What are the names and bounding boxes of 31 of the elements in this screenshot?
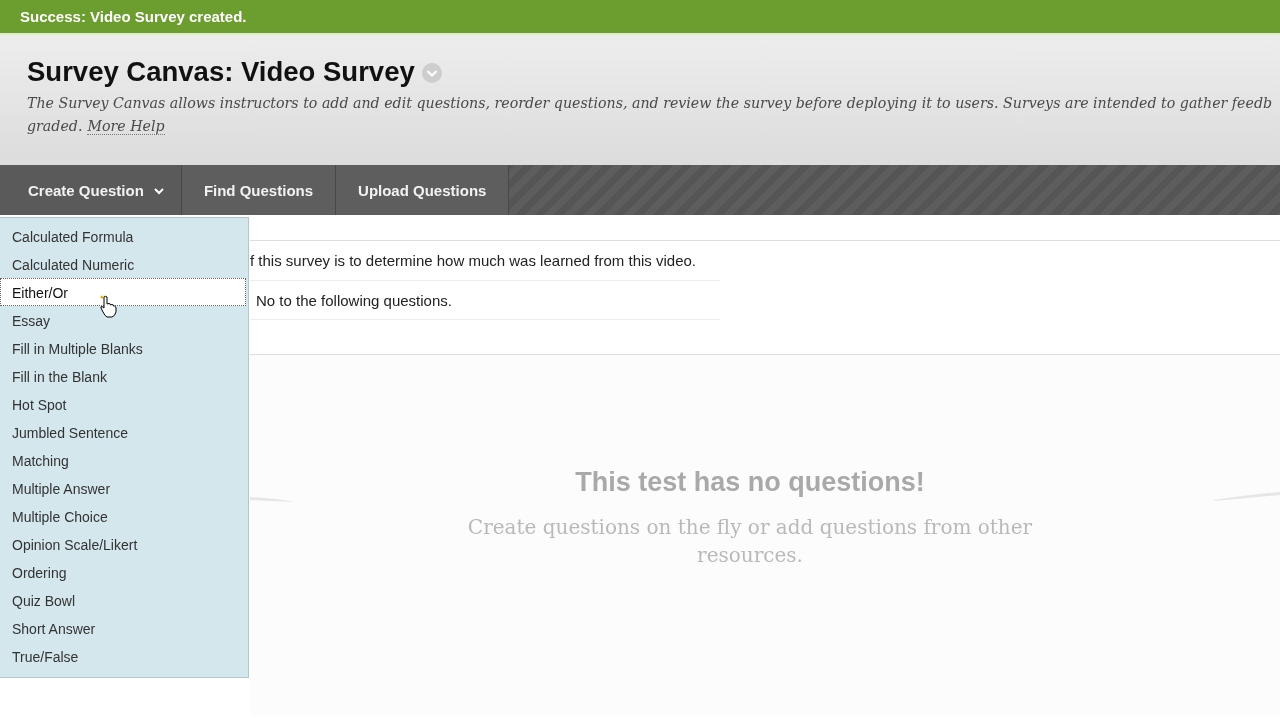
menu-item[interactable]: Multiple Choice (0, 502, 246, 530)
menu-item[interactable]: True/False (0, 642, 246, 670)
description-text: The Survey Canvas allows instructors to add and edit questions, reorder questions, and review the survey before deploying it to users. Surveys are intended to gather feedb graded. More Help (27, 94, 1274, 137)
menu-item[interactable]: Calculated Numeric (0, 250, 246, 278)
page-title: Survey Canvas: Video Survey (27, 55, 415, 89)
menu-item[interactable]: Ordering (0, 558, 246, 586)
caret-icon (153, 188, 164, 195)
more-help-link[interactable]: More Help (87, 118, 165, 135)
hand-cursor-icon (98, 294, 118, 318)
menu-item[interactable]: Multiple Answer (0, 474, 246, 502)
menu-item[interactable]: Opinion Scale/Likert (0, 530, 246, 558)
shadow-curve (250, 494, 296, 504)
empty-state-message: Create questions on the fly or add questions from other resources. (466, 514, 1034, 569)
menu-item[interactable]: Quiz Bowl (0, 586, 246, 614)
nav-button[interactable]: Find Questions (181, 165, 337, 215)
menu-item[interactable]: Short Answer (0, 614, 246, 642)
nav-button[interactable]: Upload Questions (336, 165, 510, 215)
empty-state-title: This test has no questions! (575, 466, 925, 499)
create-question-dropdown[interactable]: Create Question (0, 165, 182, 215)
menu-item[interactable]: Fill in Multiple Blanks (0, 334, 246, 362)
instruction-text: f this survey is to determine how much was learned from this video. (250, 252, 697, 269)
success-message: Success: Video Survey created. (20, 8, 247, 25)
menu-item[interactable]: Jumbled Sentence (0, 418, 246, 446)
menu-item[interactable]: Matching (0, 446, 246, 474)
menu-item[interactable]: Either/Or (0, 278, 246, 306)
menu-item[interactable]: Essay (0, 306, 246, 334)
instruction-text: No to the following questions. (256, 291, 452, 309)
menu-item[interactable]: Fill in the Blank (0, 362, 246, 390)
menu-item[interactable]: Calculated Formula (0, 222, 246, 250)
chevron-down-icon[interactable] (421, 63, 442, 83)
menu-item[interactable]: Hot Spot (0, 390, 246, 418)
